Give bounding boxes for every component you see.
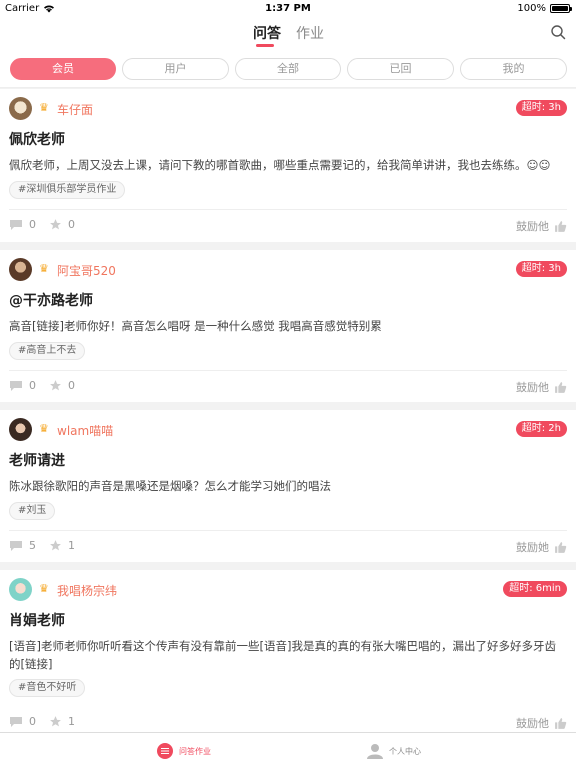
question-body: 佩欣老师，上周又没去上课，请问下教的哪首歌曲，哪些重点需要记的，给我简单讲讲，我…: [9, 158, 551, 172]
active-tab-indicator: [256, 44, 274, 47]
encourage-button[interactable]: 鼓励他: [516, 218, 567, 234]
thumbs-up-icon: [555, 220, 567, 232]
star-icon: [50, 540, 61, 551]
topic-tag[interactable]: #刘玉: [9, 502, 56, 520]
username[interactable]: 我唱杨宗纬: [57, 582, 117, 599]
tab-qa[interactable]: 问答: [253, 23, 281, 43]
tabbar-label: 问答作业: [179, 746, 211, 756]
star-icon: [50, 380, 61, 391]
top-nav: 问答 作业: [0, 18, 576, 50]
like-action[interactable]: 0: [49, 218, 75, 231]
comment-count: 0: [29, 379, 36, 392]
tab-homework[interactable]: 作业: [296, 23, 324, 43]
overtime-badge: 超时: 3h: [515, 100, 567, 116]
comment-icon: [10, 219, 22, 230]
overtime-badge: 超时: 3h: [515, 261, 567, 277]
avatar[interactable]: [9, 578, 32, 601]
question-body: 陈冰跟徐歌阳的声音是黑嗓还是烟嗓？怎么才能学习她们的唱法: [9, 479, 331, 493]
filter-mine[interactable]: 我的: [460, 58, 567, 80]
question-body: [语音]老师老师你听听看这个传声有没有靠前一些[语音]我是真的真的有张大嘴巴唱的…: [9, 639, 556, 671]
thumbs-up-icon: [555, 541, 567, 553]
like-count: 0: [68, 379, 75, 392]
question-title: @干亦路老师: [9, 293, 93, 309]
thumbs-up-icon: [555, 381, 567, 393]
avatar[interactable]: [9, 97, 32, 120]
crown-icon: ♛: [39, 582, 49, 595]
status-bar: Carrier 1:37 PM 100%: [0, 0, 576, 18]
divider: [9, 370, 567, 371]
crown-icon: ♛: [39, 422, 49, 435]
filter-all[interactable]: 全部: [235, 58, 341, 80]
tabbar-item-qa-homework[interactable]: 问答作业: [157, 733, 211, 768]
question-feed: ♛ 车仔面 超时: 3h 佩欣老师 佩欣老师，上周又没去上课，请问下教的哪首歌曲…: [0, 89, 576, 732]
like-count: 1: [68, 539, 75, 552]
avatar[interactable]: [9, 258, 32, 281]
tabbar-item-profile[interactable]: 个人中心: [367, 733, 421, 768]
person-icon: [367, 744, 383, 759]
avatar[interactable]: [9, 418, 32, 441]
crown-icon: ♛: [39, 101, 49, 114]
filter-user[interactable]: 用户: [122, 58, 229, 80]
like-action[interactable]: 1: [49, 539, 75, 552]
battery-icon: [550, 4, 572, 13]
overtime-badge: 超时: 6min: [503, 581, 567, 597]
comment-action[interactable]: 5: [9, 539, 36, 552]
question-title: 老师请进: [9, 453, 65, 469]
filter-answered[interactable]: 已回: [347, 58, 454, 80]
search-icon[interactable]: [550, 24, 566, 40]
like-action[interactable]: 0: [49, 379, 75, 392]
tabbar-label: 个人中心: [389, 746, 421, 756]
username[interactable]: 阿宝哥520: [57, 262, 116, 279]
comment-action[interactable]: 0: [9, 218, 36, 231]
question-card[interactable]: ♛ 车仔面 超时: 3h 佩欣老师 佩欣老师，上周又没去上课，请问下教的哪首歌曲…: [0, 89, 576, 242]
comment-icon: [10, 540, 22, 551]
comment-action[interactable]: 0: [9, 379, 36, 392]
divider: [9, 530, 567, 531]
question-title: 佩欣老师: [9, 132, 65, 148]
topic-tag[interactable]: #高音上不去: [9, 342, 86, 360]
encourage-label: 鼓励他: [516, 220, 549, 233]
comment-count: 0: [29, 218, 36, 231]
divider: [9, 209, 567, 210]
encourage-button[interactable]: 鼓励他: [516, 379, 567, 395]
username[interactable]: 车仔面: [57, 101, 93, 118]
encourage-label: 鼓励她: [516, 541, 549, 554]
list-icon: [157, 743, 173, 759]
star-icon: [50, 219, 61, 230]
question-card[interactable]: ♛ 我唱杨宗纬 超时: 6min 肖娟老师 [语音]老师老师你听听看这个传声有没…: [0, 570, 576, 732]
like-count: 0: [68, 218, 75, 231]
battery-group: 100%: [517, 3, 572, 14]
crown-icon: ♛: [39, 262, 49, 275]
comment-count: 5: [29, 539, 36, 552]
battery-percent: 100%: [517, 3, 546, 14]
question-body: 高音[链接]老师你好！高音怎么唱呀 是一种什么感觉 我唱高音感觉特别累: [9, 319, 382, 333]
bottom-tab-bar: 问答作业 个人中心: [0, 732, 576, 768]
question-card[interactable]: ♛ wlam喵喵 超时: 2h 老师请进 陈冰跟徐歌阳的声音是黑嗓还是烟嗓？怎么…: [0, 410, 576, 562]
question-title: 肖娟老师: [9, 613, 65, 629]
encourage-label: 鼓励他: [516, 381, 549, 394]
filter-bar: 会员 用户 全部 已回 我的: [0, 50, 576, 88]
username[interactable]: wlam喵喵: [57, 422, 113, 439]
clock: 1:37 PM: [265, 3, 311, 14]
filter-member[interactable]: 会员: [10, 58, 116, 80]
comment-icon: [10, 380, 22, 391]
overtime-badge: 超时: 2h: [515, 421, 567, 437]
topic-tag[interactable]: #深圳俱乐部学员作业: [9, 181, 126, 199]
question-card[interactable]: ♛ 阿宝哥520 超时: 3h @干亦路老师 高音[链接]老师你好！高音怎么唱呀…: [0, 250, 576, 402]
encourage-button[interactable]: 鼓励她: [516, 539, 567, 555]
